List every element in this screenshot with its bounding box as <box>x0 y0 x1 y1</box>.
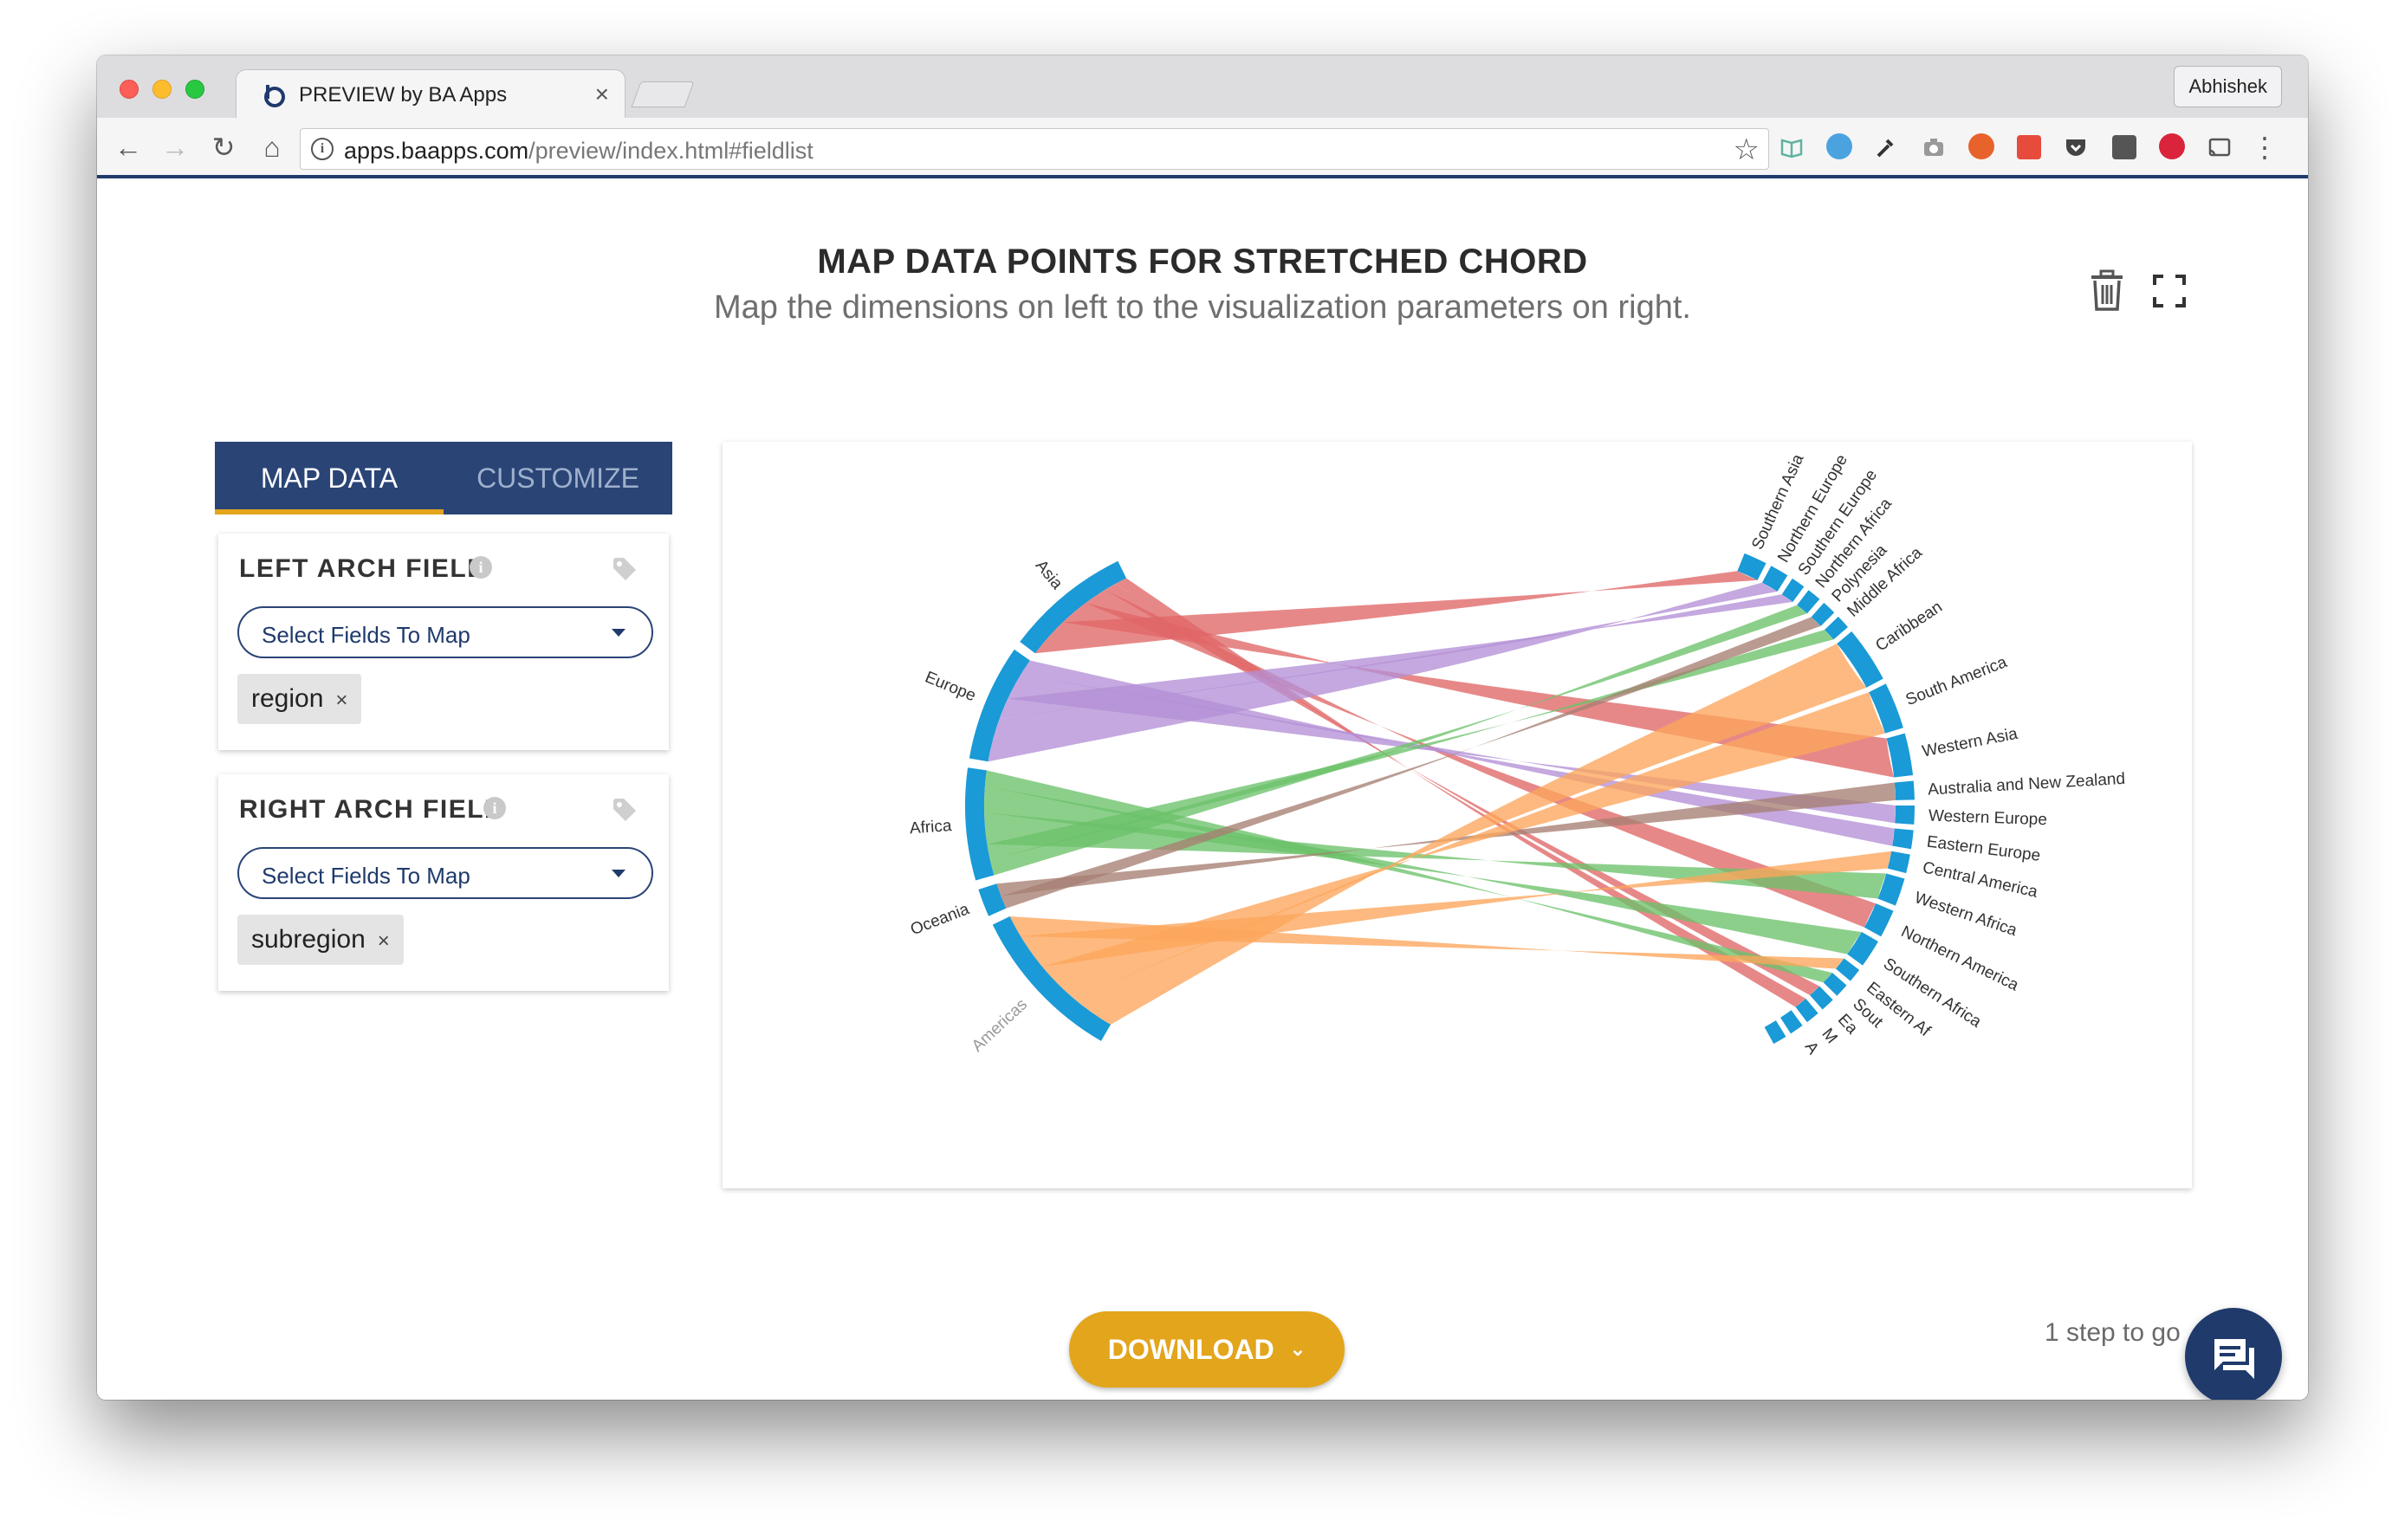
right-label: Western Asia <box>1921 725 2019 761</box>
tab-title: PREVIEW by BA Apps <box>299 83 508 107</box>
right-label: Caribbean <box>1872 598 1946 655</box>
right-arc-segment <box>1895 806 1915 825</box>
left-arch-field-card: LEFT ARCH FIELD i Select Fields To Map r… <box>218 534 669 750</box>
right-label: Eastern Europe <box>1926 832 2042 864</box>
left-label: Oceania <box>908 900 972 939</box>
producthunt-extension-icon[interactable] <box>1968 133 1994 159</box>
right-arch-field-card: RIGHT ARCH FIELD i Select Fields To Map … <box>218 774 669 991</box>
forward-icon[interactable]: → <box>159 132 191 163</box>
download-button[interactable]: DOWNLOAD ⌄ <box>1069 1311 1345 1388</box>
maximize-window-button[interactable] <box>185 80 204 99</box>
right-arc-segment <box>1894 780 1915 800</box>
profile-button[interactable]: Abhishek <box>2174 66 2282 107</box>
left-label: Americas <box>969 995 1031 1055</box>
bookmark-extension-icon[interactable] <box>2017 135 2041 159</box>
chord-ribbon-americas <box>1020 851 1892 967</box>
back-icon[interactable]: ← <box>113 132 144 163</box>
page-content: MAP DATA POINTS FOR STRETCHED CHORD Map … <box>97 182 2308 1400</box>
chevron-down-icon: ⌄ <box>1289 1338 1306 1360</box>
field-chip-region: region × <box>237 674 362 724</box>
tab-close-icon[interactable]: × <box>595 81 609 108</box>
tab-bar: PREVIEW by BA Apps × Abhishek <box>97 55 2308 120</box>
right-label: M <box>1818 1026 1840 1047</box>
right-arc-segment <box>1764 1020 1786 1045</box>
d-extension-icon[interactable] <box>1826 133 1852 159</box>
new-tab-button[interactable] <box>631 81 695 107</box>
bookmark-star-icon[interactable]: ☆ <box>1734 133 1760 167</box>
reload-icon[interactable]: ↻ <box>208 132 239 163</box>
chevron-down-icon <box>612 629 626 637</box>
book-extension-icon[interactable] <box>1779 135 1804 159</box>
chip-remove-icon[interactable]: × <box>335 689 347 712</box>
right-arch-field-select[interactable]: Select Fields To Map <box>237 847 653 899</box>
stretched-chord-chart: AsiaEuropeAfricaOceaniaAmericasSouthern … <box>908 451 2126 1058</box>
url-text: apps.baapps.com/preview/index.html#field… <box>344 138 814 164</box>
address-bar[interactable]: i apps.baapps.com/preview/index.html#fie… <box>300 128 1769 170</box>
right-arc-segment <box>1892 828 1914 850</box>
info-icon[interactable]: i <box>470 556 492 579</box>
chip-remove-icon[interactable]: × <box>378 929 390 953</box>
download-label: DOWNLOAD <box>1107 1334 1274 1365</box>
chat-button[interactable] <box>2185 1308 2282 1400</box>
close-window-button[interactable] <box>120 80 139 99</box>
right-arc-segment <box>1887 851 1910 874</box>
tag-icon <box>613 558 636 580</box>
browser-menu-icon[interactable]: ⋮ <box>2249 132 2280 163</box>
left-arch-field-select[interactable]: Select Fields To Map <box>237 606 653 658</box>
left-label: Asia <box>1032 557 1066 593</box>
ba-apps-favicon-icon <box>264 85 285 107</box>
chip-label: region <box>251 684 324 713</box>
fullscreen-icon[interactable] <box>2152 274 2187 308</box>
chart-preview-card: Asia Europe Africa Oceania Americas Southern … <box>723 442 2192 1188</box>
browser-tab[interactable]: PREVIEW by BA Apps × <box>236 69 626 120</box>
chat-icon <box>2214 1339 2254 1379</box>
chevron-down-icon <box>612 870 626 877</box>
info-icon[interactable]: i <box>483 797 506 819</box>
right-label: Australia and New Zealand <box>1928 770 2126 799</box>
right-label: Western Africa <box>1912 889 2019 940</box>
chip-label: subregion <box>251 925 366 954</box>
tab-map-data[interactable]: MAP DATA <box>215 442 444 514</box>
eyedropper-extension-icon[interactable] <box>1873 135 1897 159</box>
right-label: A <box>1801 1039 1823 1058</box>
field-chip-subregion: subregion × <box>237 915 404 965</box>
right-label: South America <box>1903 653 2010 709</box>
select-placeholder: Select Fields To Map <box>262 863 470 889</box>
page-subtitle: Map the dimensions on left to the visual… <box>714 289 1691 326</box>
home-icon[interactable]: ⌂ <box>256 132 288 163</box>
left-label: Europe <box>923 668 979 705</box>
left-label: Africa <box>909 817 952 838</box>
right-arc-segment <box>1780 1010 1803 1034</box>
cast-icon[interactable] <box>2207 135 2232 159</box>
trash-icon[interactable] <box>2088 269 2126 312</box>
browser-toolbar: ← → ↻ ⌂ i apps.baapps.com/preview/index.… <box>97 118 2308 178</box>
site-info-icon[interactable]: i <box>311 138 334 160</box>
steps-remaining-text: 1 step to go <box>2045 1318 2181 1347</box>
camera-extension-icon[interactable] <box>1922 135 1946 159</box>
tag-icon <box>613 799 636 821</box>
select-placeholder: Select Fields To Map <box>262 622 470 648</box>
pocket-extension-icon[interactable] <box>2064 135 2088 159</box>
tab-customize[interactable]: CUSTOMIZE <box>444 442 672 514</box>
panel-tabs: MAP DATA CUSTOMIZE <box>215 442 672 514</box>
chord-ribbons <box>984 571 1896 1025</box>
browser-window: PREVIEW by BA Apps × Abhishek ← → ↻ ⌂ i … <box>97 55 2308 1400</box>
text-extension-icon[interactable] <box>2112 135 2136 159</box>
right-arch-field-label: RIGHT ARCH FIELD <box>239 795 505 824</box>
page-title: MAP DATA POINTS FOR STRETCHED CHORD <box>817 243 1588 281</box>
pinterest-extension-icon[interactable] <box>2159 133 2185 159</box>
minimize-window-button[interactable] <box>152 80 172 99</box>
left-arch-field-label: LEFT ARCH FIELD <box>239 554 488 583</box>
right-label: Western Europe <box>1929 807 2048 830</box>
